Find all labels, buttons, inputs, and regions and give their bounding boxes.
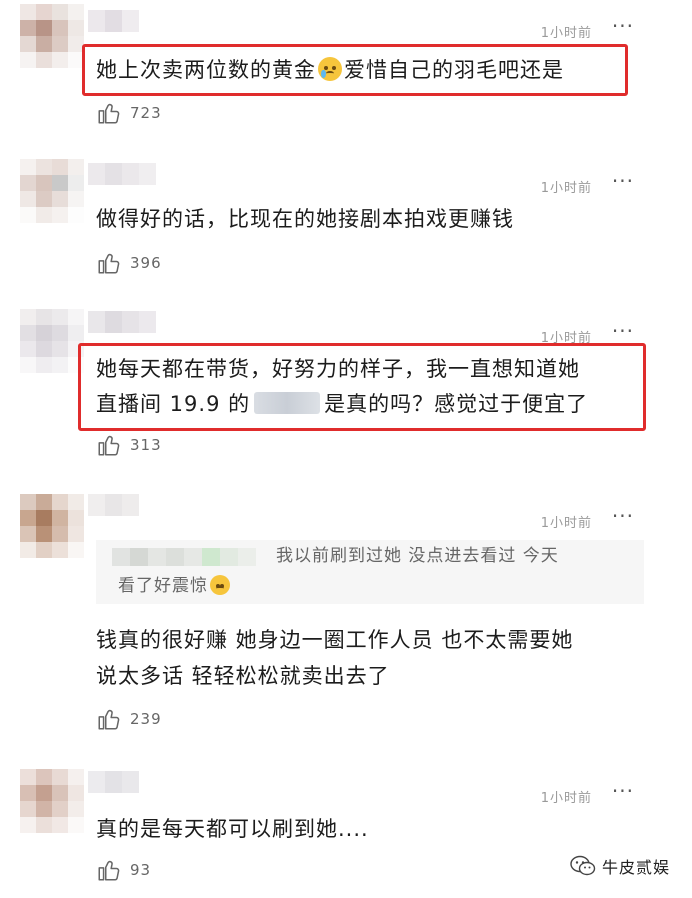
comment-text-line-2: 说太多话 轻轻松松就卖出去了 <box>96 664 390 688</box>
comment-2: 1小时前 ··· 做得好的话，比现在的她接剧本拍戏更赚钱 396 <box>0 155 692 290</box>
watermark: 牛皮贰娱 <box>570 854 670 878</box>
comment-text-part: 直播间 19.9 的 <box>96 392 251 416</box>
like-button[interactable]: 396 <box>96 250 162 276</box>
thumbs-up-icon <box>98 253 120 274</box>
comment-text-part: 爱惜自己的羽毛吧还是 <box>344 58 564 82</box>
comment-4: 1小时前 ··· 我以前刷到过她 没点进去看过 今天 看了好震惊 钱真的很好赚 … <box>0 490 692 745</box>
more-options-icon[interactable]: ··· <box>612 504 634 528</box>
like-count: 93 <box>130 861 152 879</box>
thumbs-up-icon <box>98 709 120 730</box>
comment-text-line-2: 直播间 19.9 的 是真的吗？感觉过于便宜了 <box>96 386 588 422</box>
avatar[interactable] <box>20 4 84 68</box>
thumbs-up-icon <box>98 860 120 881</box>
more-options-icon[interactable]: ··· <box>612 319 634 343</box>
comment-text: 她上次卖两位数的黄金 爱惜自己的羽毛吧还是 <box>96 52 564 88</box>
avatar[interactable] <box>20 159 84 223</box>
like-count: 723 <box>130 104 162 122</box>
comment-text: 做得好的话，比现在的她接剧本拍戏更赚钱 <box>96 207 514 231</box>
username-blurred[interactable] <box>88 10 139 32</box>
sad-face-icon <box>210 575 230 595</box>
reply-username-blurred <box>112 548 256 566</box>
thumbs-up-icon <box>98 435 120 456</box>
like-button[interactable]: 93 <box>96 857 151 883</box>
watermark-label: 牛皮贰娱 <box>601 858 670 877</box>
crying-face-icon <box>318 57 342 81</box>
comment-text-line-1: 钱真的很好赚 她身边一圈工作人员 也不太需要她 <box>96 628 574 652</box>
more-options-icon[interactable]: ··· <box>612 779 634 803</box>
more-options-icon[interactable]: ··· <box>612 169 634 193</box>
quoted-reply[interactable]: 我以前刷到过她 没点进去看过 今天 看了好震惊 <box>96 540 644 604</box>
comment-5: 1小时前 ··· 真的是每天都可以刷到她.... 93 <box>0 765 692 898</box>
reply-text-part: 看了好震惊 <box>118 576 208 596</box>
comment-text: 真的是每天都可以刷到她.... <box>96 817 369 841</box>
comment-text-part: 她上次卖两位数的黄金 <box>96 58 316 82</box>
like-count: 239 <box>130 710 162 728</box>
username-blurred[interactable] <box>88 163 156 185</box>
comment-text-line-1: 她每天都在带货，好努力的样子，我一直想知道她 <box>96 357 580 381</box>
like-button[interactable]: 313 <box>96 432 162 458</box>
username-blurred[interactable] <box>88 494 139 516</box>
username-blurred[interactable] <box>88 771 139 793</box>
avatar[interactable] <box>20 769 84 833</box>
comment-time: 1小时前 <box>540 516 592 531</box>
wechat-icon <box>570 855 596 876</box>
reply-text-line-2: 看了好震惊 <box>118 572 232 600</box>
avatar[interactable] <box>20 309 84 373</box>
comment-time: 1小时前 <box>540 181 592 196</box>
username-blurred[interactable] <box>88 311 156 333</box>
reply-text-line-1: 我以前刷到过她 没点进去看过 今天 <box>276 546 559 566</box>
blurred-word <box>254 392 321 414</box>
comment-time: 1小时前 <box>540 26 592 41</box>
avatar[interactable] <box>20 494 84 558</box>
like-button[interactable]: 723 <box>96 100 162 126</box>
comment-3: 1小时前 ··· 她每天都在带货，好努力的样子，我一直想知道她 直播间 19.9… <box>0 305 692 470</box>
comment-1: 1小时前 ··· 她上次卖两位数的黄金 爱惜自己的羽毛吧还是 723 <box>0 0 692 145</box>
comment-text-part: 是真的吗？感觉过于便宜了 <box>324 392 589 416</box>
like-count: 313 <box>130 436 162 454</box>
like-button[interactable]: 239 <box>96 706 162 732</box>
like-count: 396 <box>130 254 162 272</box>
thumbs-up-icon <box>98 103 120 124</box>
comment-time: 1小时前 <box>540 791 592 806</box>
more-options-icon[interactable]: ··· <box>612 14 634 38</box>
